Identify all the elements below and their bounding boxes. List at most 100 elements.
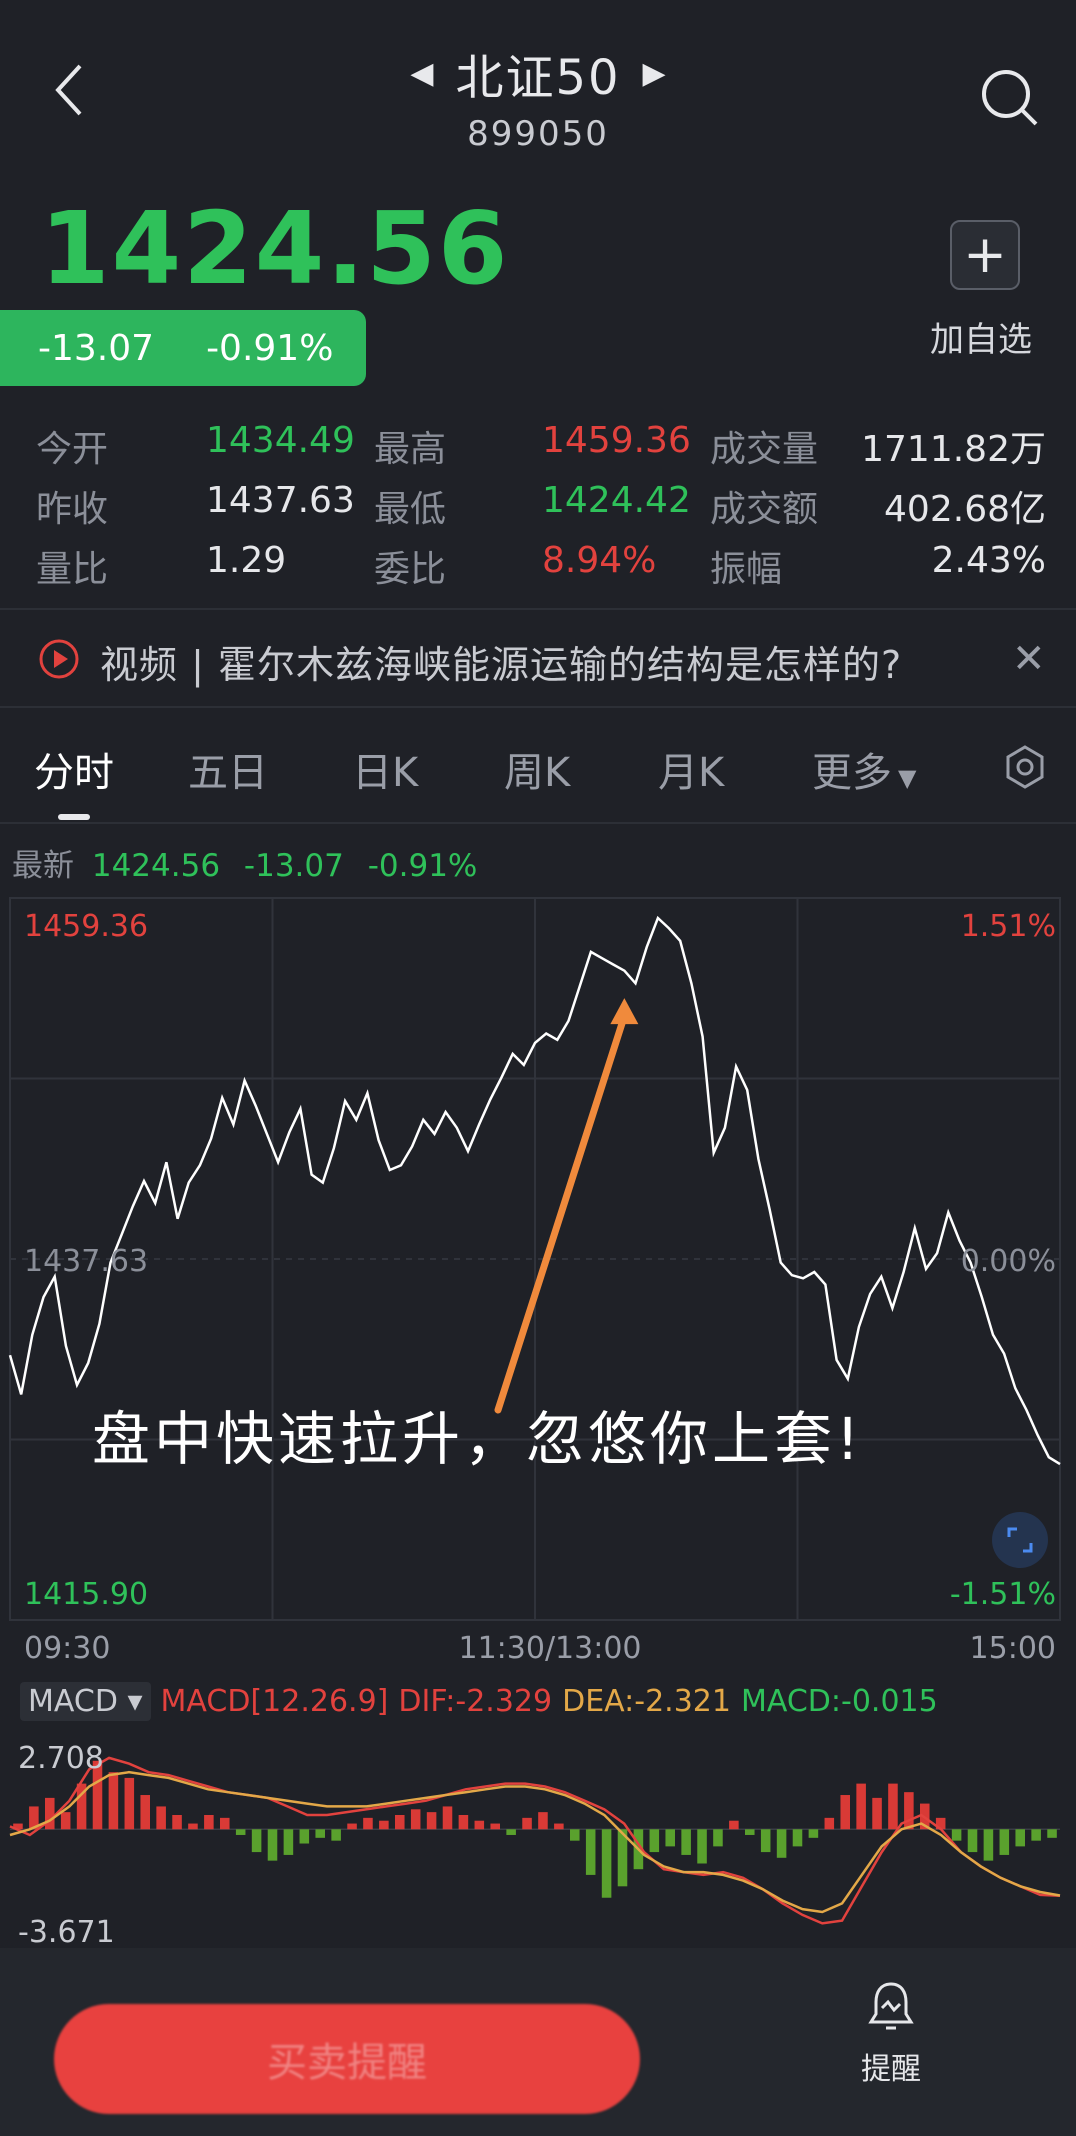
macd-bar (426, 1812, 437, 1830)
amplitude-value: 2.43% (931, 540, 1046, 581)
high-label: 最高 (374, 429, 447, 470)
annotation-arrow (494, 1012, 628, 1414)
macd-bar (904, 1792, 914, 1830)
amount-value: 402.68亿 (884, 489, 1046, 530)
macd-bar (235, 1829, 246, 1835)
macd-bar (220, 1817, 230, 1830)
chart-tabs: 分时 五日 日K 周K 月K 更多 ▼ (0, 740, 1076, 820)
stock-code: 899050 (467, 114, 609, 154)
macd-bar (108, 1772, 119, 1830)
macd-bar (506, 1829, 516, 1835)
macd-bar (681, 1829, 691, 1855)
macd-bar (554, 1823, 564, 1830)
macd-bar (967, 1829, 978, 1853)
indicator-select-label: MACD (28, 1684, 118, 1719)
macd-value: MACD:-0.015 (740, 1684, 938, 1719)
y-tick-right: 0.00% (961, 1244, 1056, 1279)
order-ratio-label: 委比 (374, 549, 447, 590)
x-tick-label: 09:30 (24, 1631, 110, 1666)
alert-button[interactable]: 提醒 (846, 1980, 936, 2110)
page-title: 北证50 (455, 50, 621, 106)
macd-bar (299, 1829, 310, 1844)
tab-more[interactable]: 更多 ▼ (812, 740, 916, 798)
change-badge: -13.07 -0.91% (0, 310, 366, 386)
macd-bar (601, 1829, 612, 1898)
close-icon[interactable]: ✕ (1012, 636, 1046, 682)
prev-stock-icon[interactable]: ◀ (410, 56, 433, 91)
macd-bar (124, 1777, 135, 1830)
prev-close-label: 昨收 (36, 489, 109, 530)
dea-line (9, 1770, 1061, 1914)
macd-bar (331, 1829, 341, 1841)
prev-close-value: 1437.63 (206, 480, 355, 521)
tab-five-day[interactable]: 五日 (188, 740, 268, 798)
caret-down-icon: ▼ (898, 764, 917, 792)
macd-bar (395, 1814, 405, 1830)
macd-bar (570, 1829, 580, 1841)
macd-bar (442, 1806, 453, 1830)
x-tick-label: 11:30/13:00 (458, 1631, 641, 1666)
macd-bar (474, 1820, 485, 1830)
y-tick-left: 1415.90 (24, 1577, 148, 1612)
macd-bar (1015, 1829, 1025, 1847)
macd-bar (251, 1829, 262, 1853)
alert-label: 提醒 (861, 2052, 921, 2087)
dif-line (9, 1756, 1061, 1925)
volume-value: 1711.82万 (861, 429, 1046, 470)
trade-button[interactable]: 买卖提醒 (54, 2004, 640, 2114)
macd-bar (697, 1829, 707, 1864)
annotation-caption: 盘中快速拉升，忽悠你上套! (92, 1405, 864, 1473)
macd-bar (538, 1812, 548, 1830)
macd-bar (156, 1806, 166, 1830)
macd-bar (824, 1817, 835, 1830)
add-watchlist-label[interactable]: 加自选 (930, 312, 1032, 361)
macd-bar (856, 1783, 866, 1830)
add-watchlist-button[interactable]: + (950, 220, 1020, 290)
macd-dea: DEA:-2.321 (562, 1684, 731, 1719)
settings-button[interactable] (1002, 744, 1048, 800)
divider (0, 822, 1076, 824)
volume-label: 成交量 (710, 429, 819, 470)
macd-bar (172, 1814, 182, 1830)
news-headline[interactable]: 视频 | 霍尔木兹海峡能源运输的结构是怎样的? (100, 634, 902, 689)
latest-change: -13.07 (243, 848, 344, 884)
macd-bar (1031, 1829, 1041, 1841)
x-tick-label: 15:00 (970, 1631, 1056, 1666)
open-label: 今开 (36, 429, 109, 470)
macd-params: MACD[12.26.9] (160, 1684, 389, 1719)
macd-bar (188, 1823, 198, 1830)
tab-intraday[interactable]: 分时 (34, 740, 114, 798)
macd-bar (60, 1812, 71, 1830)
macd-bar (379, 1820, 389, 1830)
macd-bar (665, 1829, 675, 1847)
amplitude-label: 振幅 (710, 549, 783, 590)
macd-y-tick: -3.671 (18, 1915, 115, 1948)
next-stock-icon[interactable]: ▶ (643, 56, 666, 91)
y-tick-left: 1437.63 (24, 1244, 148, 1279)
macd-bar (840, 1795, 850, 1830)
macd-bar (45, 1797, 55, 1830)
macd-bar (585, 1829, 596, 1875)
tab-daily-k[interactable]: 日K (352, 740, 418, 798)
macd-bar (888, 1783, 898, 1830)
bell-icon (868, 1982, 914, 2030)
latest-label: 最新 (12, 848, 74, 884)
macd-y-tick: 2.708 (18, 1741, 104, 1776)
tab-weekly-k[interactable]: 周K (504, 740, 570, 798)
indicator-select[interactable]: MACD ▾ (20, 1682, 151, 1721)
low-label: 最低 (374, 489, 447, 530)
macd-bar (315, 1829, 325, 1838)
search-button[interactable] (978, 66, 1042, 130)
macd-bar (410, 1809, 421, 1830)
tab-more-label: 更多 (812, 750, 892, 796)
macd-bar (649, 1829, 660, 1853)
change-percent: -0.91% (206, 327, 334, 369)
tab-monthly-k[interactable]: 月K (658, 740, 724, 798)
y-tick-right: -1.51% (950, 1577, 1056, 1612)
latest-price: 1424.56 (91, 848, 221, 884)
macd-dif: DIF:-2.329 (398, 1684, 553, 1719)
fullscreen-button[interactable] (992, 1512, 1048, 1568)
macd-bar (760, 1829, 771, 1853)
y-tick-left: 1459.36 (24, 909, 148, 944)
macd-bar (363, 1817, 373, 1830)
